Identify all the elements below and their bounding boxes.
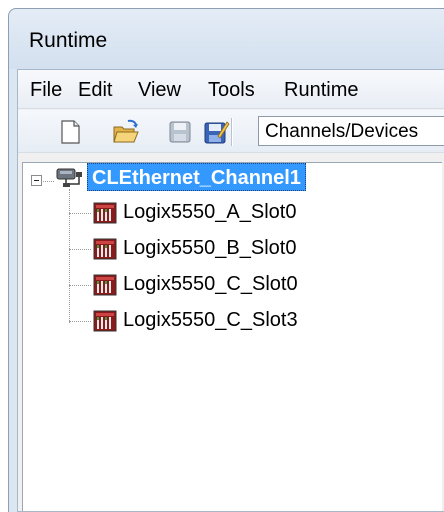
- tree-connector: [43, 181, 54, 182]
- menu-file[interactable]: File: [30, 79, 62, 102]
- tree-connector: [69, 285, 91, 286]
- plc-device-icon: [93, 202, 117, 224]
- network-channel-icon: [56, 168, 82, 187]
- plc-device-icon: [93, 238, 117, 260]
- channel-device-tree[interactable]: CLEthernet_Channel1 Logix5550_A_Slot0 Lo…: [22, 162, 442, 511]
- collapse-toggle-icon[interactable]: [31, 175, 42, 186]
- open-folder-icon[interactable]: [112, 118, 140, 146]
- tree-item-channel[interactable]: CLEthernet_Channel1: [87, 163, 306, 191]
- tree-connector: [69, 189, 70, 323]
- window-title: Runtime: [29, 29, 108, 52]
- menu-view[interactable]: View: [138, 79, 181, 102]
- tree-connector: [69, 321, 91, 322]
- plc-device-icon: [93, 274, 117, 296]
- device-label: Logix5550_C_Slot3: [123, 309, 298, 331]
- title-bar[interactable]: Runtime: [9, 9, 444, 69]
- client-area: File Edit View Tools Runtime Channels/De…: [17, 69, 444, 512]
- toolbar: Channels/Devices: [18, 110, 444, 153]
- menu-edit[interactable]: Edit: [78, 79, 112, 102]
- view-selector[interactable]: Channels/Devices: [258, 116, 444, 146]
- device-label: Logix5550_B_Slot0: [123, 237, 297, 259]
- menu-runtime[interactable]: Runtime: [284, 79, 358, 102]
- device-label: Logix5550_C_Slot0: [123, 273, 298, 295]
- toolbar-separator: [231, 118, 233, 146]
- view-selector-value: Channels/Devices: [265, 121, 419, 142]
- save-icon[interactable]: [166, 118, 194, 146]
- new-icon[interactable]: [56, 118, 84, 146]
- menu-tools[interactable]: Tools: [208, 79, 255, 102]
- tree-connector: [69, 213, 91, 214]
- runtime-window: Runtime File Edit View Tools Runtime Cha…: [8, 8, 444, 512]
- plc-device-icon: [93, 310, 117, 332]
- save-as-icon[interactable]: [202, 118, 230, 146]
- tree-connector: [69, 249, 91, 250]
- menu-bar: File Edit View Tools Runtime: [18, 70, 444, 109]
- device-label: Logix5550_A_Slot0: [123, 201, 297, 223]
